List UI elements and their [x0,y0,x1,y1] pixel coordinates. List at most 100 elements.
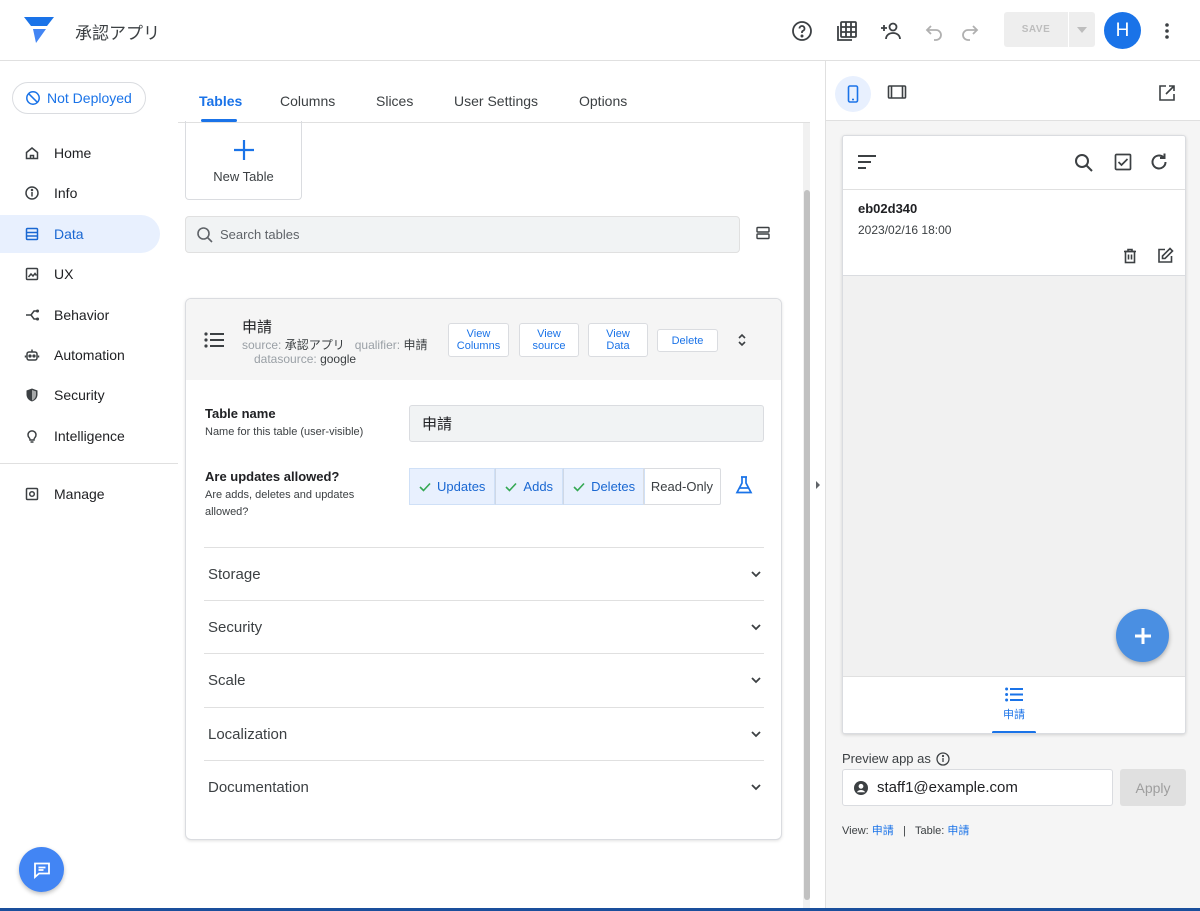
share-person-icon[interactable] [879,19,903,43]
check-icon [573,482,585,492]
behavior-icon [26,309,40,321]
sort-menu-icon[interactable] [858,155,876,169]
chevron-down-icon [751,571,761,578]
sidebar-item-automation[interactable]: Automation [0,336,160,374]
unfold-icon[interactable] [736,333,748,347]
button-label: Columns [456,340,501,352]
tab-columns[interactable]: Columns [280,93,335,109]
phone-app-header [843,136,1185,190]
section-scale[interactable]: Scale [204,653,764,706]
table-card-header[interactable]: 申請 source: 承認アプリ qualifier: 申請 datasourc… [186,299,781,380]
info-icon [25,186,39,200]
section-documentation[interactable]: Documentation [204,760,764,813]
phone-nav-label: 申請 [1003,709,1025,721]
flask-icon[interactable] [735,475,753,495]
section-security[interactable]: Security [204,600,764,653]
refresh-icon[interactable] [1149,152,1169,172]
table-link[interactable]: 申請 [947,825,969,837]
view-source-button[interactable]: View source [519,323,579,357]
chevron-down-icon [751,784,761,791]
read-only-toggle[interactable]: Read-Only [643,468,721,505]
info-icon[interactable] [936,751,950,766]
table-card: 申請 source: 承認アプリ qualifier: 申請 datasourc… [185,298,782,840]
search-bar[interactable] [185,216,740,253]
section-title: Storage [208,565,261,583]
help-icon[interactable] [790,19,814,43]
view-data-button[interactable]: View Data [588,323,648,357]
button-label: View [466,328,491,340]
sidebar-item-intelligence[interactable]: Intelligence [0,417,160,455]
tab-user-settings[interactable]: User Settings [454,93,538,109]
save-button[interactable]: SAVE [1004,12,1068,47]
view-link[interactable]: 申請 [872,825,894,837]
more-vert-icon[interactable] [1155,19,1179,43]
deletes-toggle[interactable]: Deletes [563,468,646,505]
preview-user-input[interactable]: staff1@example.com [842,769,1113,806]
update-mode-group: Updates Adds Deletes [409,468,646,505]
sidebar-item-data[interactable]: Data [0,215,160,253]
chat-button[interactable] [19,847,64,892]
table-datasource-meta: datasource: google [254,352,356,366]
save-dropdown-arrow-icon[interactable] [1076,25,1088,35]
sidebar-item-label: Info [54,185,78,201]
record-date: 2023/02/16 18:00 [858,223,952,237]
sidebar-item-home[interactable]: Home [0,134,160,172]
collapse-arrow-icon[interactable] [815,480,821,490]
sidebar-item-behavior[interactable]: Behavior [0,296,160,334]
deploy-status-label: Not Deployed [47,90,132,106]
qualifier-label: qualifier: [354,338,401,352]
source-label: source: [242,338,282,352]
trash-icon[interactable] [1123,248,1137,264]
delete-table-button[interactable]: Delete [657,329,718,352]
phone-search-icon[interactable] [1074,153,1094,173]
redo-icon[interactable] [958,19,982,43]
mobile-device-button[interactable] [835,76,871,112]
new-table-button[interactable]: New Table [185,121,302,200]
list-item[interactable]: eb02d340 2023/02/16 18:00 [843,190,1185,276]
not-deployed-icon [26,91,40,105]
phone-bottom-nav: 申請 [843,676,1185,733]
sidebar-item-label: Data [54,226,84,242]
section-title: Documentation [208,778,309,796]
manage-icon [25,487,39,501]
appsheet-logo-icon[interactable] [22,14,56,44]
app-preview-phone: eb02d340 2023/02/16 18:00 申請 [842,135,1186,734]
plus-icon [233,140,254,160]
undo-icon[interactable] [922,19,946,43]
search-input[interactable] [220,227,700,242]
select-checkbox-icon[interactable] [1114,153,1132,171]
adds-toggle[interactable]: Adds [495,468,564,505]
edit-icon[interactable] [1157,247,1174,264]
add-record-button[interactable] [1116,609,1169,662]
sidebar-item-ux[interactable]: UX [0,255,160,293]
tablet-device-icon[interactable] [887,84,907,100]
spreadsheet-icon[interactable] [835,19,859,43]
chevron-down-icon [751,731,761,738]
phone-nav-indicator [992,731,1036,733]
ux-icon [25,267,39,281]
chat-icon [33,862,50,879]
view-columns-button[interactable]: View Columns [448,323,509,357]
new-table-label: New Table [213,169,274,184]
view-toggle-icon[interactable] [756,226,770,240]
sidebar-item-security[interactable]: Security [0,376,160,414]
section-storage[interactable]: Storage [204,547,764,600]
section-localization[interactable]: Localization [204,707,764,760]
button-label: Data [606,340,630,352]
open-in-new-icon[interactable] [1158,84,1176,102]
sidebar-item-manage[interactable]: Manage [0,475,160,513]
section-title: Scale [208,671,246,689]
user-email: staff1@example.com [877,779,1018,796]
apply-button[interactable]: Apply [1120,769,1186,806]
phone-nav-item[interactable]: 申請 [991,687,1037,722]
tab-options[interactable]: Options [579,93,627,109]
intelligence-icon [27,430,37,443]
deploy-status-chip[interactable]: Not Deployed [12,82,146,114]
updates-toggle[interactable]: Updates [409,468,496,505]
tab-tables[interactable]: Tables [199,93,242,109]
table-name-input[interactable]: 申請 [409,405,764,442]
avatar[interactable]: H [1104,12,1141,49]
sidebar-item-info[interactable]: Info [0,174,160,212]
updates-allowed-label: Are updates allowed? [205,469,340,484]
tab-slices[interactable]: Slices [376,93,413,109]
